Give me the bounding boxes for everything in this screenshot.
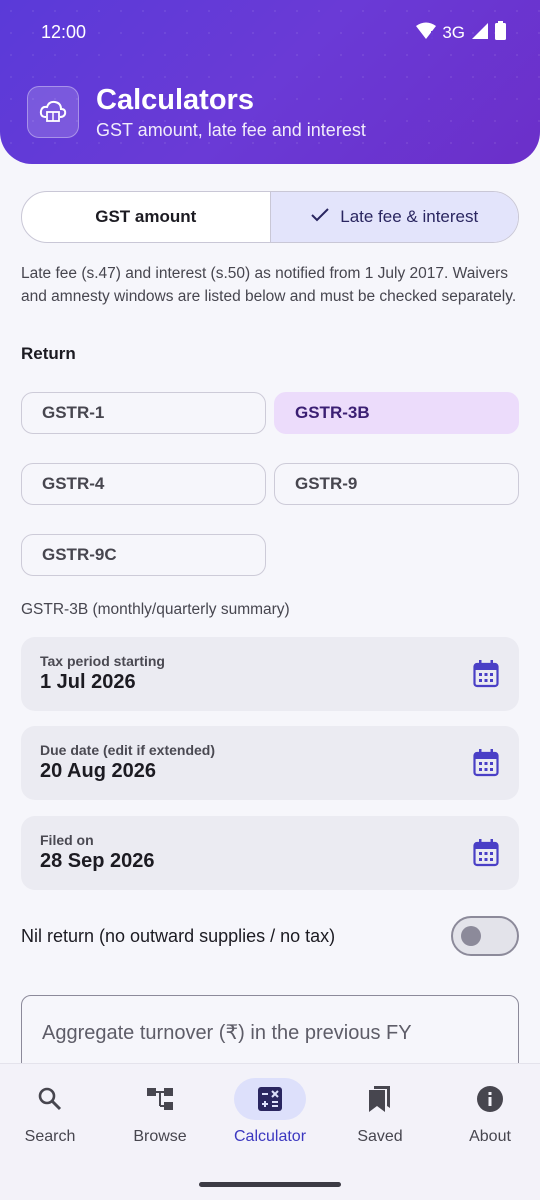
chip-label: GSTR-4 <box>42 474 105 493</box>
chip-label: GSTR-3B <box>295 403 370 422</box>
nav-calculator-pill <box>234 1078 306 1120</box>
nav-browse[interactable]: Browse <box>110 1078 210 1146</box>
due-date-field[interactable]: Due date (edit if extended) 20 Aug 2026 <box>21 726 519 800</box>
calculator-description: Late fee (s.47) and interest (s.50) as n… <box>21 265 517 305</box>
tax-period-field[interactable]: Tax period starting 1 Jul 2026 <box>21 637 519 711</box>
chip-gstr-9[interactable]: GSTR-9 <box>274 463 519 505</box>
calendar-icon[interactable] <box>473 749 499 782</box>
check-icon <box>310 207 330 228</box>
chip-label: GSTR-9 <box>295 474 358 493</box>
switch-knob <box>461 926 481 946</box>
nil-return-row: Nil return (no outward supplies / no tax… <box>21 915 519 959</box>
bottom-navigation: Search Browse Calculator Saved About <box>0 1063 540 1200</box>
filed-on-label: Filed on <box>40 832 94 848</box>
cloud-book-icon <box>39 100 67 122</box>
nav-saved-pill <box>344 1078 416 1120</box>
chip-gstr-4[interactable]: GSTR-4 <box>21 463 266 505</box>
page-title: Calculators <box>96 84 254 116</box>
search-icon <box>38 1087 62 1111</box>
filed-on-value: 28 Sep 2026 <box>40 850 155 872</box>
page-subtitle: GST amount, late fee and interest <box>96 120 366 140</box>
chip-gstr-3b[interactable]: GSTR-3B <box>274 392 519 434</box>
nav-search-label: Search <box>24 1128 76 1145</box>
due-date-label: Due date (edit if extended) <box>40 742 216 758</box>
status-bar: 12:00 3G <box>0 0 540 64</box>
nil-return-label: Nil return (no outward supplies / no tax… <box>21 926 336 946</box>
tab-late-fee[interactable]: Late fee & interest <box>269 192 518 242</box>
due-date-value: 20 Aug 2026 <box>40 760 156 782</box>
tax-period-value: 1 Jul 2026 <box>40 671 136 693</box>
nav-saved[interactable]: Saved <box>330 1078 430 1146</box>
nav-search[interactable]: Search <box>0 1078 100 1146</box>
signal-icon <box>471 22 489 45</box>
chip-label: GSTR-1 <box>42 403 105 422</box>
app-logo <box>27 86 79 138</box>
chip-gstr-1[interactable]: GSTR-1 <box>21 392 266 434</box>
calendar-icon[interactable] <box>473 660 499 693</box>
nil-return-switch[interactable] <box>451 916 519 956</box>
nav-calculator-label: Calculator <box>233 1128 307 1145</box>
chip-label: GSTR-9C <box>42 545 117 564</box>
network-type: 3G <box>442 23 465 42</box>
nav-about-pill <box>454 1078 526 1120</box>
wifi-icon <box>416 22 437 45</box>
bookmarks-icon <box>369 1086 390 1112</box>
nav-about-label: About <box>469 1128 511 1145</box>
tab-gst-amount[interactable]: GST amount <box>22 192 270 242</box>
app-header: 12:00 3G Calculators GST amount, late fe… <box>0 0 540 164</box>
filed-on-field[interactable]: Filed on 28 Sep 2026 <box>21 816 519 890</box>
nav-saved-label: Saved <box>357 1128 403 1145</box>
tree-icon <box>147 1088 173 1110</box>
status-icons: 3G <box>416 21 506 45</box>
nav-search-pill <box>14 1078 86 1120</box>
chip-gstr-9c[interactable]: GSTR-9C <box>21 534 266 576</box>
return-caption: GSTR-3B (monthly/quarterly summary) <box>21 601 290 618</box>
battery-icon <box>495 21 506 45</box>
info-icon <box>477 1086 503 1112</box>
home-indicator[interactable] <box>199 1182 341 1187</box>
calendar-icon[interactable] <box>473 839 499 872</box>
calculator-mode-toggle: GST amount Late fee & interest <box>21 191 519 243</box>
calculator-icon <box>258 1087 282 1111</box>
nav-browse-pill <box>124 1078 196 1120</box>
tab-gst-amount-label: GST amount <box>95 207 197 226</box>
nav-browse-label: Browse <box>133 1128 187 1145</box>
tab-late-fee-label: Late fee & interest <box>340 207 479 226</box>
nav-about[interactable]: About <box>440 1078 540 1146</box>
status-time: 12:00 <box>41 22 87 42</box>
return-section-label: Return <box>21 344 76 363</box>
nav-calculator[interactable]: Calculator <box>220 1078 320 1146</box>
tax-period-label: Tax period starting <box>40 653 165 669</box>
